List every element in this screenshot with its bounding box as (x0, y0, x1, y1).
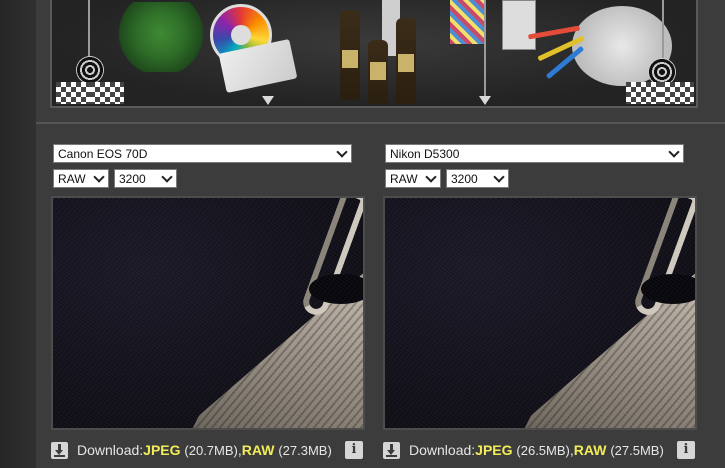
section-divider (36, 122, 725, 124)
download-raw-size: (27.3MB) (278, 442, 332, 458)
format-select-right[interactable]: RAW (385, 169, 441, 188)
download-label: Download: (77, 442, 144, 458)
download-jpeg-size: (26.5MB) (516, 442, 570, 458)
iso-select-left[interactable]: 3200 (114, 169, 177, 188)
camera-select-right-value: Nikon D5300 (390, 147, 460, 161)
scene-wire (484, 0, 486, 96)
page-edge (0, 0, 36, 468)
scene-wire (662, 0, 664, 60)
camera-select-left-value: Canon EOS 70D (58, 147, 148, 161)
scene-fabric (450, 0, 484, 44)
scene-checker-chart (626, 82, 660, 104)
chevron-down-icon (669, 148, 678, 157)
download-icon (51, 441, 68, 459)
scene-arrow-marker (479, 96, 491, 105)
scene-target (76, 56, 104, 84)
camera-select-right[interactable]: Nikon D5300 (385, 144, 684, 163)
scene-checker-chart (90, 82, 124, 104)
scene-preview-image[interactable] (50, 0, 698, 108)
scene-bottle (340, 10, 360, 100)
download-raw-size: (27.5MB) (610, 442, 664, 458)
scene-plant (116, 2, 206, 72)
scene-wire (88, 0, 90, 64)
iso-select-right[interactable]: 3200 (446, 169, 509, 188)
download-icon (383, 441, 400, 459)
sample-crop-right[interactable] (383, 196, 697, 430)
download-bar-right: Download: JPEG (26.5MB) , RAW (27.5MB) (383, 440, 664, 460)
sample-crop-left[interactable] (51, 196, 365, 430)
chevron-down-icon (337, 148, 346, 157)
scene-checker-chart (56, 82, 90, 104)
chevron-down-icon (94, 173, 103, 182)
format-select-left[interactable]: RAW (53, 169, 109, 188)
download-label: Download: (409, 442, 476, 458)
download-jpeg-size: (20.7MB) (184, 442, 238, 458)
scene-checker-chart (660, 82, 694, 104)
scene-bottle (396, 18, 416, 104)
download-raw-link[interactable]: RAW (574, 442, 607, 458)
info-icon[interactable]: i (677, 441, 695, 459)
chevron-down-icon (494, 173, 503, 182)
download-jpeg-link[interactable]: JPEG (143, 442, 180, 458)
image-noise (53, 198, 363, 428)
format-select-right-value: RAW (390, 172, 418, 186)
info-icon[interactable]: i (345, 441, 363, 459)
image-noise (385, 198, 695, 428)
download-jpeg-link[interactable]: JPEG (475, 442, 512, 458)
iso-select-right-value: 3200 (451, 172, 478, 186)
download-raw-link[interactable]: RAW (242, 442, 275, 458)
download-bar-left: Download: JPEG (20.7MB) , RAW (27.3MB) (51, 440, 332, 460)
camera-select-left[interactable]: Canon EOS 70D (53, 144, 352, 163)
chevron-down-icon (426, 173, 435, 182)
iso-select-left-value: 3200 (119, 172, 146, 186)
format-select-left-value: RAW (58, 172, 86, 186)
scene-bottle (368, 40, 388, 104)
scene-arrow-marker (262, 96, 274, 105)
chevron-down-icon (162, 173, 171, 182)
scene-tube (502, 0, 536, 50)
